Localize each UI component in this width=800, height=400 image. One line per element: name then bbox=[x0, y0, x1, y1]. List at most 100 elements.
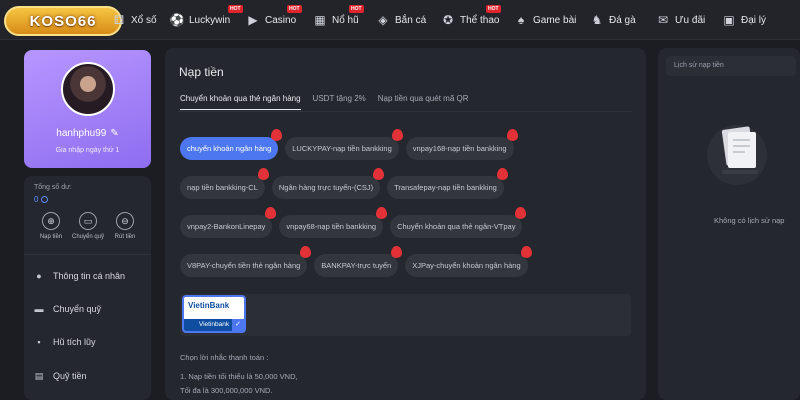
method-chip[interactable]: LUCKYPAY-nạp tiền bankking bbox=[285, 129, 403, 160]
jar-icon: ▪ bbox=[37, 337, 41, 347]
tab-bank-transfer[interactable]: Chuyển khoản qua thẻ ngân hàng bbox=[180, 94, 301, 110]
history-panel: Lịch sử nạp tiền Không có lịch sử nạp bbox=[658, 48, 800, 400]
hot-fire-icon bbox=[496, 168, 508, 180]
method-label: vnpay68-nạp tiền bankking bbox=[286, 222, 377, 231]
nav-item-casino[interactable]: ▶ Casino HOT bbox=[246, 5, 302, 29]
nav-item-daily[interactable]: ▣ Đại lý bbox=[722, 11, 766, 29]
hot-fire-icon bbox=[520, 246, 532, 258]
method-label: chuyển khoản ngân hàng bbox=[187, 144, 272, 153]
reminder-line: Tối đa là 300,000,000 VND. bbox=[180, 386, 273, 395]
hot-fire-icon bbox=[391, 129, 403, 141]
method-label: Transafepay-nạp tiền bankking bbox=[394, 183, 497, 192]
quick-action-transfer[interactable]: ▭ Chuyển quỹ bbox=[69, 212, 107, 240]
nav-item-nohu[interactable]: ▦ Nổ hũ HOT bbox=[313, 5, 364, 29]
tab-qr[interactable]: Nạp tiền qua quét mã QR bbox=[378, 94, 469, 103]
menu-item-label: Chuyển quỹ bbox=[53, 304, 102, 314]
method-label: Ngân hàng trực tuyến-(CSJ) bbox=[278, 183, 374, 192]
method-chip[interactable]: Transafepay-nạp tiền bankking bbox=[387, 168, 508, 199]
nav-label: Đại lý bbox=[741, 14, 767, 26]
nav-item-xoso[interactable]: ⚅ Xổ số bbox=[112, 11, 157, 29]
menu-item-fund[interactable]: ▤ Quỹ tiền bbox=[34, 366, 87, 386]
nav-item-gamebai[interactable]: ♠ Game bài bbox=[514, 11, 577, 29]
quick-action-label: Chuyển quỹ bbox=[71, 234, 105, 240]
method-label: vnpay168-nạp tiền bankking bbox=[412, 144, 507, 153]
methods-row: V8PAY-chuyển tiền thẻ ngân hàng BANKPAY-… bbox=[180, 246, 532, 277]
method-chip[interactable]: V8PAY-chuyển tiền thẻ ngân hàng bbox=[180, 246, 312, 277]
account-menu: Tổng số dư: 0 ⊕ Nạp tiền ▭ Chuyển quỹ ⊖ … bbox=[24, 176, 151, 400]
hot-fire-icon bbox=[271, 129, 283, 141]
nav-item-luckywin[interactable]: ⚽ Luckywin HOT bbox=[169, 5, 243, 29]
quick-action-deposit[interactable]: ⊕ Nạp tiền bbox=[32, 212, 70, 240]
nav-label: Đá gà bbox=[609, 14, 636, 26]
edit-icon[interactable]: ✎ bbox=[110, 128, 118, 139]
cards-icon: ♠ bbox=[517, 13, 525, 27]
nav-item-uudai[interactable]: ✉ Ưu đãi bbox=[656, 11, 705, 29]
wallet-icon: ▬ bbox=[34, 304, 44, 314]
menu-item-label: Thông tin cá nhân bbox=[53, 271, 126, 281]
method-chip[interactable]: BANKPAY-trực tuyến bbox=[314, 246, 403, 277]
method-chip[interactable]: chuyển khoản ngân hàng bbox=[180, 129, 283, 160]
sports-ball-icon: ⚽ bbox=[169, 13, 185, 27]
tabs-divider bbox=[179, 111, 632, 112]
hot-badge: HOT bbox=[349, 5, 364, 13]
slot-icon: ▦ bbox=[314, 13, 326, 27]
nav-label: Xổ số bbox=[131, 14, 157, 26]
balance-value: 0 bbox=[34, 195, 39, 204]
menu-item-transfer[interactable]: ▬ Chuyển quỹ bbox=[34, 299, 102, 319]
hot-fire-icon bbox=[265, 207, 277, 219]
nav-label: Casino bbox=[265, 14, 297, 26]
brand-logo[interactable]: KOSO66 bbox=[4, 6, 122, 36]
menu-item-label: Quỹ tiền bbox=[53, 371, 87, 381]
nav-item-daga[interactable]: ♞ Đá gà bbox=[590, 11, 636, 29]
hot-fire-icon bbox=[300, 246, 312, 258]
nav-item-banca[interactable]: ◈ Bắn cá bbox=[376, 11, 426, 29]
wallet-icon: ▭ bbox=[79, 212, 97, 230]
nav-item-thethao[interactable]: ✪ Thể thao HOT bbox=[441, 5, 501, 29]
divider bbox=[24, 254, 151, 255]
quick-action-label: Rút tiền bbox=[114, 234, 136, 240]
method-label: Chuyển khoản qua thẻ ngân-VTpay bbox=[397, 222, 516, 231]
method-chip[interactable]: vnpay2-BankonLinepay bbox=[180, 207, 277, 238]
method-chip[interactable]: vnpay168-nạp tiền bankking bbox=[405, 129, 518, 160]
hot-fire-icon bbox=[515, 207, 527, 219]
bank-selector: VietinBank Vietinbank ✓ bbox=[180, 294, 631, 336]
method-chip[interactable]: Ngân hàng trực tuyến-(CSJ) bbox=[271, 168, 385, 199]
hot-fire-icon bbox=[376, 207, 388, 219]
hot-badge: HOT bbox=[228, 5, 243, 13]
page-title: Nạp tiền bbox=[179, 65, 224, 79]
nav-label: Game bài bbox=[533, 14, 577, 26]
menu-item-jackpot[interactable]: ▪ Hũ tích lũy bbox=[34, 332, 95, 352]
play-icon: ▶ bbox=[248, 13, 258, 27]
method-chip[interactable]: nạp tiền bankking-CL bbox=[180, 168, 269, 199]
menu-item-personal-info[interactable]: ● Thông tin cá nhân bbox=[34, 266, 125, 286]
history-title: Lịch sử nạp tiền bbox=[666, 56, 796, 76]
method-label: XJPay-chuyển khoản ngân hàng bbox=[412, 261, 521, 270]
top-navigation: KOSO66 ⚅ Xổ số ⚽ Luckywin HOT ▶ Casino H… bbox=[0, 0, 800, 40]
avatar[interactable] bbox=[61, 62, 115, 116]
quick-action-withdraw[interactable]: ⊖ Rút tiền bbox=[106, 212, 144, 240]
balance-label: Tổng số dư: bbox=[34, 184, 72, 191]
hot-badge: HOT bbox=[486, 5, 501, 13]
method-chip[interactable]: vnpay68-nạp tiền bankking bbox=[279, 207, 388, 238]
lottery-icon: ⚅ bbox=[113, 13, 125, 27]
bank-option-vietinbank[interactable]: VietinBank Vietinbank ✓ bbox=[182, 295, 246, 333]
tab-usdt[interactable]: USDT tặng 2% bbox=[313, 94, 366, 103]
nav-label: Bắn cá bbox=[395, 14, 427, 26]
method-chip[interactable]: Chuyển khoản qua thẻ ngân-VTpay bbox=[390, 207, 527, 238]
method-chip[interactable]: XJPay-chuyển khoản ngân hàng bbox=[405, 246, 532, 277]
method-label: nạp tiền bankking-CL bbox=[187, 183, 258, 192]
reminder-line: 1. Nạp tiền tối thiểu là 50,000 VND, bbox=[180, 372, 298, 381]
reminder-title: Chọn lời nhắc thanh toán : bbox=[180, 353, 269, 362]
method-label: vnpay2-BankonLinepay bbox=[187, 222, 266, 231]
nav-label: Nổ hũ bbox=[332, 14, 359, 26]
withdraw-icon: ⊖ bbox=[116, 212, 134, 230]
method-label: V8PAY-chuyển tiền thẻ ngân hàng bbox=[187, 261, 301, 270]
refresh-icon[interactable] bbox=[41, 196, 49, 203]
hot-fire-icon bbox=[506, 129, 518, 141]
gift-icon: ✉ bbox=[657, 13, 669, 27]
method-label: BANKPAY-trực tuyến bbox=[321, 261, 392, 270]
balance-value-row: 0 bbox=[34, 195, 49, 204]
methods-row: vnpay2-BankonLinepay vnpay68-nạp tiền ba… bbox=[180, 207, 527, 238]
quick-action-label: Nạp tiền bbox=[39, 234, 63, 240]
deposit-panel: Nạp tiền Chuyển khoản qua thẻ ngân hàng … bbox=[165, 48, 646, 400]
